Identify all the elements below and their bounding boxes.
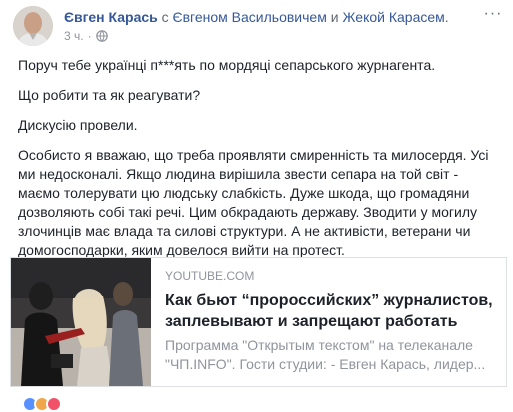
header-period: .	[444, 9, 449, 25]
more-options-icon[interactable]: ···	[480, 4, 506, 24]
link-source: YOUTUBE.COM	[165, 269, 255, 283]
post-body: Поруч тебе українці п***ять по мордяці с…	[18, 56, 498, 260]
post-paragraph: Особисто я вважаю, що треба проявляти см…	[18, 147, 489, 258]
author-avatar[interactable]	[13, 6, 53, 46]
link-title[interactable]: Как бьют “пророссийских” журналистов, за…	[165, 290, 501, 332]
globe-icon[interactable]	[95, 30, 108, 45]
post-header: Євген Карась с Євгеном Васильовичем и Жек…	[64, 8, 484, 26]
tagged-person-1[interactable]: Євгеном Васильовичем	[173, 9, 327, 25]
tagged-person-2[interactable]: Жекой Карасем	[343, 9, 445, 25]
link-thumbnail[interactable]	[11, 258, 151, 386]
reactions-bar[interactable]	[22, 396, 82, 412]
post-paragraph: Дискусію провели.	[18, 117, 138, 133]
shared-link-card[interactable]: YOUTUBE.COM Как бьют “пророссийских” жур…	[10, 257, 507, 387]
post-meta: 3 ч. ·	[64, 29, 108, 45]
author-name[interactable]: Євген Карась	[64, 9, 158, 25]
and-word: и	[330, 9, 339, 25]
with-prefix: с	[161, 9, 169, 25]
love-reaction-icon	[46, 396, 62, 412]
link-description: Программа "Открытым текстом" на телекана…	[165, 337, 486, 372]
video-thumbnail-image	[11, 258, 151, 386]
avatar-photo	[13, 6, 53, 46]
link-card-text: YOUTUBE.COM Как бьют “пророссийских” жур…	[165, 269, 501, 374]
post-paragraph: Поруч тебе українці п***ять по мордяці с…	[18, 57, 436, 73]
post-paragraph: Що робити та як реагувати?	[18, 87, 201, 103]
meta-separator: ·	[87, 29, 92, 43]
facebook-post: Євген Карась с Євгеном Васильовичем и Жек…	[0, 0, 513, 412]
post-timestamp[interactable]: 3 ч.	[64, 29, 84, 43]
